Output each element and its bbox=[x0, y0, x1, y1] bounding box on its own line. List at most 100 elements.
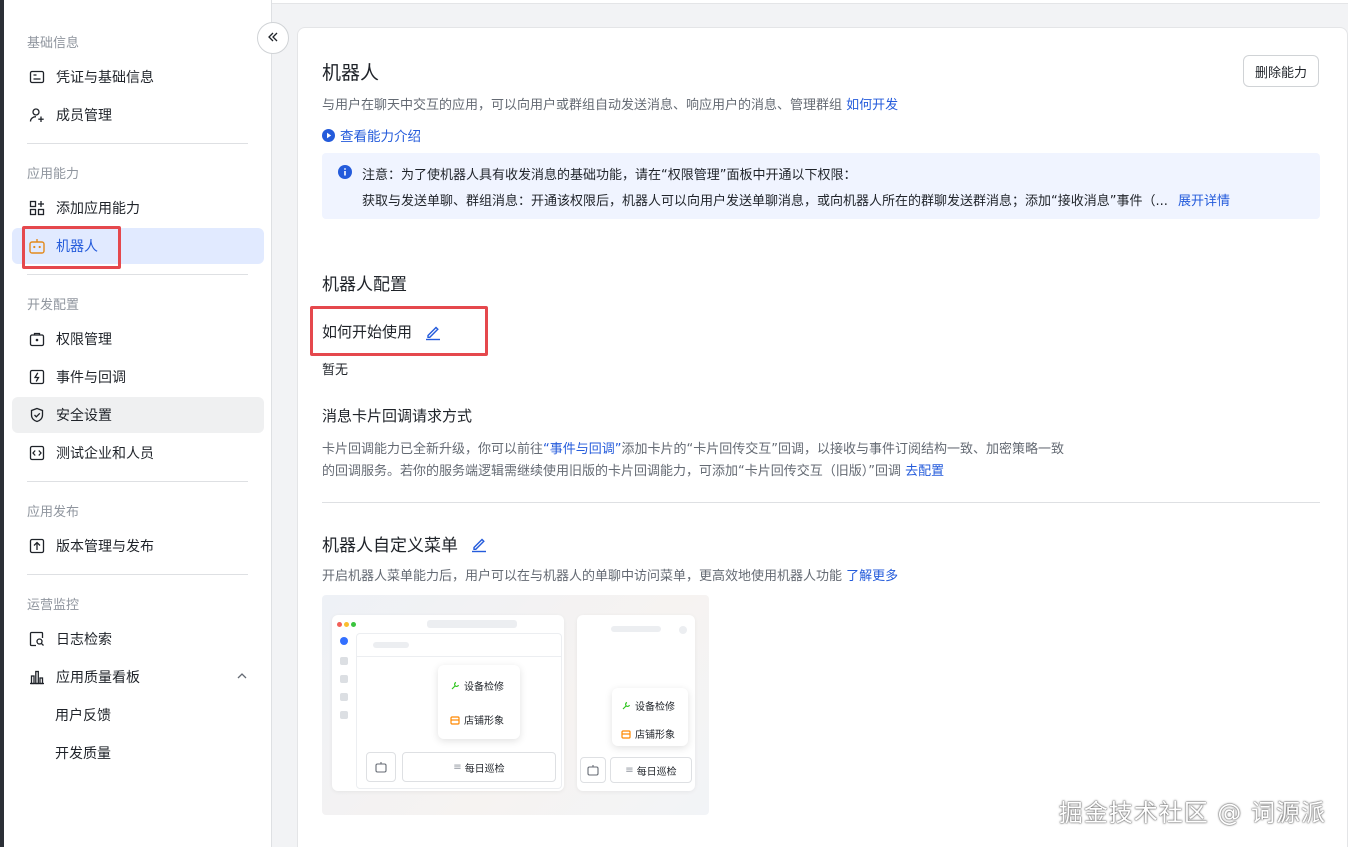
lock-icon bbox=[28, 330, 46, 348]
none-placeholder: 暂无 bbox=[322, 363, 349, 378]
store-icon bbox=[621, 729, 631, 739]
placeholder-bar bbox=[427, 620, 517, 628]
window-dot bbox=[344, 622, 349, 627]
preview-mobile-menu-popup: 设备检修 店铺形象 bbox=[612, 688, 688, 746]
how-to-start-label: 如何开始使用 bbox=[322, 323, 413, 341]
group-app-capability: 应用能力 bbox=[27, 167, 80, 182]
sidebar-item-add-capability[interactable]: 添加应用能力 bbox=[12, 190, 264, 226]
custom-menu-preview: 设备检修 店铺形象 ≡ 每日巡检 设备检修 店铺形象 ≡ 每日巡检 bbox=[322, 595, 709, 815]
preview-menu-item: 店铺形象 bbox=[621, 726, 675, 741]
sidebar-item-label: 凭证与基础信息 bbox=[56, 70, 154, 86]
log-search-icon bbox=[28, 630, 46, 648]
bot-config-heading: 机器人配置 bbox=[322, 275, 407, 295]
description-text: 与用户在聊天中交互的应用，可以向用户或群组自动发送消息、响应用户的消息、管理群组 bbox=[322, 98, 843, 113]
card-callback-desc-2: 的回调服务。若你的服务端逻辑需继续使用旧版的卡片回调能力，可添加“卡片回传交互（… bbox=[322, 460, 944, 479]
sidebar-item-label: 机器人 bbox=[56, 239, 98, 255]
top-bar bbox=[272, 0, 1348, 4]
sidebar-item-dev-quality[interactable]: 开发质量 bbox=[12, 735, 264, 771]
divider bbox=[27, 143, 248, 144]
sidebar-item-security[interactable]: 安全设置 bbox=[12, 397, 264, 433]
preview-menu-item-label: 设备检修 bbox=[464, 682, 504, 693]
card-callback-text-b: 添加卡片的“卡片回传交互”回调，以接收与事件订阅结构一致、加密策略一致 bbox=[621, 442, 1064, 457]
sidebar-item-label: 开发质量 bbox=[55, 746, 111, 762]
card-callback-heading: 消息卡片回调请求方式 bbox=[322, 407, 473, 425]
sidebar-item-label: 用户反馈 bbox=[55, 708, 111, 724]
card-callback-desc-1: 卡片回调能力已全新升级，你可以前往“事件与回调”添加卡片的“卡片回传交互”回调，… bbox=[322, 438, 1064, 457]
go-configure-link[interactable]: 去配置 bbox=[905, 464, 944, 479]
robot-icon bbox=[375, 761, 387, 773]
edit-how-to-start-button[interactable] bbox=[424, 323, 442, 341]
how-to-develop-link[interactable]: 如何开发 bbox=[846, 98, 898, 113]
window-dot bbox=[337, 622, 342, 627]
sidebar-item-events[interactable]: 事件与回调 bbox=[12, 359, 264, 395]
wrench-icon bbox=[450, 681, 460, 691]
sidebar-item-permissions[interactable]: 权限管理 bbox=[12, 321, 264, 357]
group-ops-monitor: 运营监控 bbox=[27, 598, 80, 613]
preview-input-label: 每日巡检 bbox=[636, 766, 677, 778]
sidebar-item-test-org[interactable]: 测试企业和人员 bbox=[12, 435, 264, 471]
code-icon bbox=[28, 444, 46, 462]
divider bbox=[27, 481, 248, 482]
collapse-sidebar-button[interactable] bbox=[257, 22, 289, 54]
sidebar-item-quality-board[interactable]: 应用质量看板 bbox=[12, 659, 264, 695]
id-card-icon bbox=[28, 68, 46, 86]
placeholder-square bbox=[340, 711, 348, 719]
placeholder-square bbox=[340, 675, 348, 683]
preview-menu-item: 店铺形象 bbox=[450, 712, 504, 727]
robot-icon bbox=[28, 237, 46, 255]
custom-menu-heading: 机器人自定义菜单 bbox=[322, 531, 488, 556]
placeholder-dot bbox=[679, 626, 687, 634]
preview-menu-popup: 设备检修 店铺形象 bbox=[438, 665, 520, 739]
divider bbox=[27, 574, 248, 575]
preview-input-box: ≡ 每日巡检 bbox=[402, 752, 556, 782]
sidebar-item-label: 成员管理 bbox=[56, 108, 112, 124]
pencil-icon bbox=[424, 323, 442, 341]
upload-icon bbox=[28, 537, 46, 555]
sidebar-item-credentials[interactable]: 凭证与基础信息 bbox=[12, 59, 264, 95]
group-basic-info: 基础信息 bbox=[27, 36, 80, 51]
sidebar-item-label: 版本管理与发布 bbox=[56, 539, 154, 555]
expand-details-link[interactable]: 展开详情 bbox=[1178, 194, 1230, 209]
permission-notice: 注意：为了使机器人具有收发消息的基础功能，请在“权限管理”面板中开通以下权限： … bbox=[322, 153, 1320, 219]
store-icon bbox=[450, 715, 460, 725]
bar-chart-icon bbox=[28, 668, 46, 686]
watermark: 掘金技术社区 @ 词源派 bbox=[1058, 799, 1326, 827]
pencil-icon bbox=[470, 535, 488, 553]
view-intro-label: 查看能力介绍 bbox=[340, 129, 421, 145]
placeholder-bar bbox=[611, 626, 661, 632]
custom-menu-title: 机器人自定义菜单 bbox=[322, 536, 458, 556]
play-circle-icon bbox=[322, 128, 335, 142]
sidebar-item-label: 权限管理 bbox=[56, 332, 112, 348]
page-title: 机器人 bbox=[322, 62, 380, 84]
divider bbox=[322, 502, 1320, 503]
preview-bot-button bbox=[366, 752, 396, 782]
preview-input-box: ≡ 每日巡检 bbox=[610, 757, 692, 783]
sidebar-item-logs[interactable]: 日志检索 bbox=[12, 621, 264, 657]
preview-menu-item: 设备检修 bbox=[621, 698, 675, 713]
sidebar-item-bot[interactable]: 机器人 bbox=[12, 228, 264, 264]
sidebar-item-label: 事件与回调 bbox=[56, 370, 126, 386]
notice-detail-text: 获取与发送单聊、群组消息：开通该权限后，机器人可以向用户发送单聊消息，或向机器人… bbox=[362, 194, 1168, 209]
preview-menu-item-label: 设备检修 bbox=[635, 702, 675, 713]
custom-menu-desc-text: 开启机器人菜单能力后，用户可以在与机器人的单聊中访问菜单，更高效地使用机器人功能 bbox=[322, 569, 843, 584]
view-intro-link[interactable]: 查看能力介绍 bbox=[322, 125, 421, 145]
learn-more-link[interactable]: 了解更多 bbox=[846, 569, 898, 584]
sidebar-item-members[interactable]: 成员管理 bbox=[12, 97, 264, 133]
group-app-release: 应用发布 bbox=[27, 505, 80, 520]
info-icon bbox=[338, 165, 352, 183]
sidebar-item-feedback[interactable]: 用户反馈 bbox=[12, 697, 264, 733]
events-callback-link[interactable]: “事件与回调” bbox=[543, 442, 621, 457]
divider bbox=[357, 656, 561, 657]
preview-menu-item-label: 店铺形象 bbox=[464, 716, 504, 727]
sidebar-item-version[interactable]: 版本管理与发布 bbox=[12, 528, 264, 564]
sidebar-item-label: 添加应用能力 bbox=[56, 201, 140, 217]
window-dot bbox=[351, 622, 356, 627]
sidebar-item-label: 测试企业和人员 bbox=[56, 446, 154, 462]
delete-capability-button[interactable]: 删除能力 bbox=[1242, 55, 1319, 87]
card-callback-text-c: 的回调服务。若你的服务端逻辑需继续使用旧版的卡片回调能力，可添加“卡片回传交互（… bbox=[322, 464, 901, 479]
notice-line-1: 注意：为了使机器人具有收发消息的基础功能，请在“权限管理”面板中开通以下权限： bbox=[362, 168, 857, 183]
list-icon: ≡ bbox=[453, 761, 462, 773]
add-user-icon bbox=[28, 106, 46, 124]
preview-menu-item: 设备检修 bbox=[450, 678, 504, 693]
edit-custom-menu-button[interactable] bbox=[470, 535, 488, 553]
